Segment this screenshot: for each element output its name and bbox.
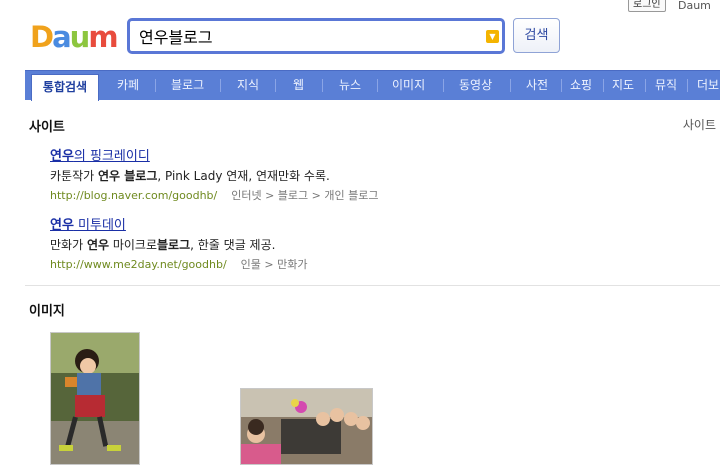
tab-music[interactable]: 뮤직 — [655, 71, 677, 100]
section-divider — [25, 285, 720, 286]
tab-divider — [510, 79, 511, 92]
site-result-category-path[interactable]: 인물 > 만화가 — [241, 258, 308, 271]
tab-map[interactable]: 지도 — [612, 71, 634, 100]
tab-divider — [687, 79, 688, 92]
site-result-url[interactable]: http://www.me2day.net/goodhb/ — [50, 258, 227, 271]
image-result-thumbnail[interactable] — [50, 332, 140, 465]
suggest-dropdown-icon[interactable]: ▼ — [486, 30, 499, 43]
site-result-url-row: http://www.me2day.net/goodhb/인물 > 만화가 — [50, 256, 307, 272]
desc-text: 카툰작가 — [50, 169, 98, 183]
tab-shopping[interactable]: 쇼핑 — [570, 71, 592, 100]
tab-knowledge[interactable]: 지식 — [237, 71, 259, 100]
tab-news[interactable]: 뉴스 — [339, 71, 361, 100]
desc-highlight: 연우 — [86, 238, 110, 252]
title-text: 의 핑크레이디 — [73, 149, 150, 164]
desc-text: 만화가 — [50, 238, 87, 252]
logo-letter-a: a — [52, 20, 72, 54]
site-result: 연우 미투데이 만화가 연우 마이크로블로그, 한줄 댓글 제공. http:/… — [50, 214, 307, 272]
site-result-description: 카툰작가 연우 블로그, Pink Lady 연재, 연재만화 수록. — [50, 167, 378, 184]
login-button[interactable]: 로그인 — [628, 0, 666, 12]
desc-highlight: 연우 블로그 — [97, 169, 158, 183]
tab-divider — [443, 79, 444, 92]
tab-more[interactable]: 더보 — [697, 71, 719, 100]
site-result-category-path[interactable]: 인터넷 > 블로그 > 개인 블로그 — [231, 189, 378, 202]
tab-video[interactable]: 동영상 — [459, 71, 492, 100]
logo-letter-d: D — [30, 20, 54, 54]
daum-home-link[interactable]: Daum — [678, 0, 711, 12]
tab-cafe[interactable]: 카페 — [117, 71, 139, 100]
tab-divider — [155, 79, 156, 92]
search-button[interactable]: 검색 — [513, 18, 560, 53]
tab-divider — [645, 79, 646, 92]
tab-divider — [322, 79, 323, 92]
child-photo-image — [51, 333, 139, 464]
tab-divider — [561, 79, 562, 92]
title-highlight: 연우 — [50, 218, 74, 233]
tab-divider — [377, 79, 378, 92]
image-result-thumbnail[interactable] — [240, 388, 373, 465]
tab-web[interactable]: 웹 — [293, 71, 304, 100]
site-section-title: 사이트 — [29, 120, 65, 135]
site-result: 연우의 핑크레이디 카툰작가 연우 블로그, Pink Lady 연재, 연재만… — [50, 145, 378, 203]
tab-divider — [603, 79, 604, 92]
logo-letter-u: u — [69, 20, 91, 54]
site-result-title-link[interactable]: 연우의 핑크레이디 — [50, 145, 378, 164]
site-result-title-link[interactable]: 연우 미투데이 — [50, 214, 307, 233]
title-highlight: 연우 — [50, 149, 74, 164]
tab-integrated-search[interactable]: 통합검색 — [31, 74, 99, 101]
tab-image[interactable]: 이미지 — [392, 71, 425, 100]
tab-divider — [220, 79, 221, 92]
desc-text: 마이크로 — [109, 238, 158, 252]
category-tab-bar: 통합검색 카페 블로그 지식 웹 뉴스 이미지 동영상 사전 쇼핑 지도 뮤직 … — [25, 70, 720, 101]
title-text: 미투데이 — [73, 218, 126, 233]
daum-logo[interactable]: Daum — [30, 20, 120, 54]
site-result-description: 만화가 연우 마이크로블로그, 한줄 댓글 제공. — [50, 236, 307, 253]
tab-dictionary[interactable]: 사전 — [526, 71, 548, 100]
logo-letter-m: m — [88, 20, 118, 54]
group-photo-image — [241, 389, 372, 464]
tab-blog[interactable]: 블로그 — [171, 71, 204, 100]
desc-text: , 한줄 댓글 제공. — [190, 238, 276, 252]
search-input[interactable] — [139, 25, 479, 47]
site-result-url[interactable]: http://blog.naver.com/goodhb/ — [50, 189, 217, 202]
desc-highlight: 블로그 — [157, 238, 191, 252]
site-result-url-row: http://blog.naver.com/goodhb/인터넷 > 블로그 >… — [50, 187, 378, 203]
site-section-more-link[interactable]: 사이트 — [683, 116, 716, 133]
desc-text: , Pink Lady 연재, 연재만화 수록. — [157, 169, 330, 183]
search-box: ▼ — [127, 18, 505, 54]
tab-divider — [275, 79, 276, 92]
image-section-title: 이미지 — [29, 304, 65, 319]
